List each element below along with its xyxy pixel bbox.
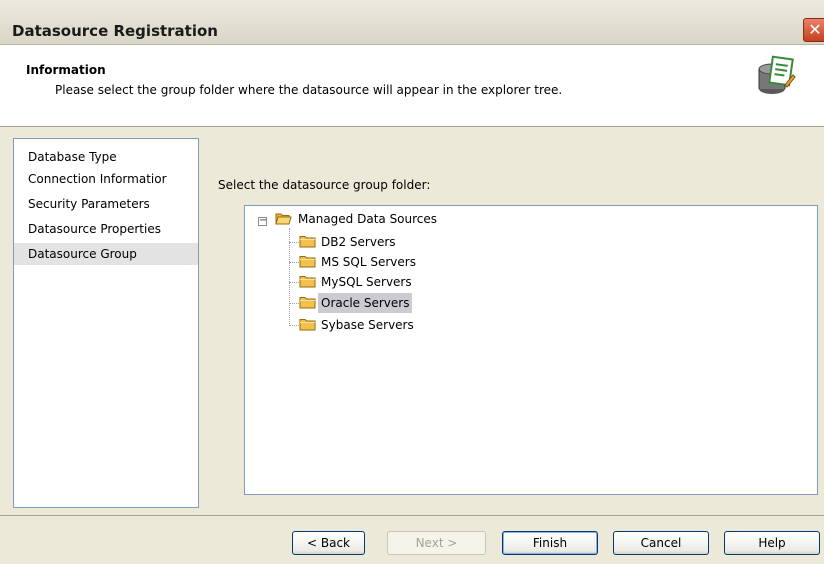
tree-node-mssql[interactable]: MS SQL Servers [245,252,815,272]
step-database-type[interactable]: Database Type [14,146,198,168]
close-icon: ✕ [808,20,822,39]
tree-node-label: MS SQL Servers [321,255,416,269]
footer-divider [0,515,824,516]
folder-icon [299,319,316,331]
window-title: Datasource Registration [12,22,218,40]
wizard-step-list: Database Type Connection Informatior Sec… [13,138,199,508]
folder-icon [299,256,316,268]
group-folder-prompt: Select the datasource group folder: [218,178,431,192]
header-title: Information [26,63,106,77]
database-edit-icon [758,55,796,94]
next-button[interactable]: Next > [387,531,486,555]
tree-node-label: Sybase Servers [321,318,414,332]
tree-node-oracle[interactable]: Oracle Servers [245,293,815,313]
tree-node-label: DB2 Servers [321,235,396,249]
folder-open-icon [275,213,292,225]
dialog-window: Datasource Registration ✕ Information Pl… [0,0,824,564]
step-datasource-group[interactable]: Datasource Group [14,243,198,265]
folder-tree[interactable]: − Managed Data Sources DB2 Servers MS SQ… [244,205,818,495]
folder-icon [299,236,316,248]
back-button[interactable]: < Back [292,531,365,555]
step-security-parameters[interactable]: Security Parameters [14,193,198,215]
title-bar[interactable]: Datasource Registration ✕ [0,0,824,45]
tree-root-node[interactable]: − Managed Data Sources [245,209,815,229]
tree-node-mysql[interactable]: MySQL Servers [245,272,815,292]
folder-icon [299,276,316,288]
tree-node-label-selected: Oracle Servers [318,293,413,313]
header-description: Please select the group folder where the… [55,83,563,97]
collapse-icon[interactable]: − [258,216,267,226]
cancel-button[interactable]: Cancel [613,531,709,555]
tree-node-sybase[interactable]: Sybase Servers [245,315,815,335]
tree-root-label: Managed Data Sources [298,212,438,226]
finish-button[interactable]: Finish [502,531,598,555]
step-datasource-properties[interactable]: Datasource Properties [14,218,198,240]
tree-node-db2[interactable]: DB2 Servers [245,232,815,252]
step-connection-information[interactable]: Connection Informatior [14,168,198,190]
close-button[interactable]: ✕ [803,18,824,42]
folder-icon [299,297,316,309]
help-button[interactable]: Help [724,531,820,555]
info-header: Information Please select the group fold… [0,45,824,127]
tree-node-label: MySQL Servers [321,275,412,289]
